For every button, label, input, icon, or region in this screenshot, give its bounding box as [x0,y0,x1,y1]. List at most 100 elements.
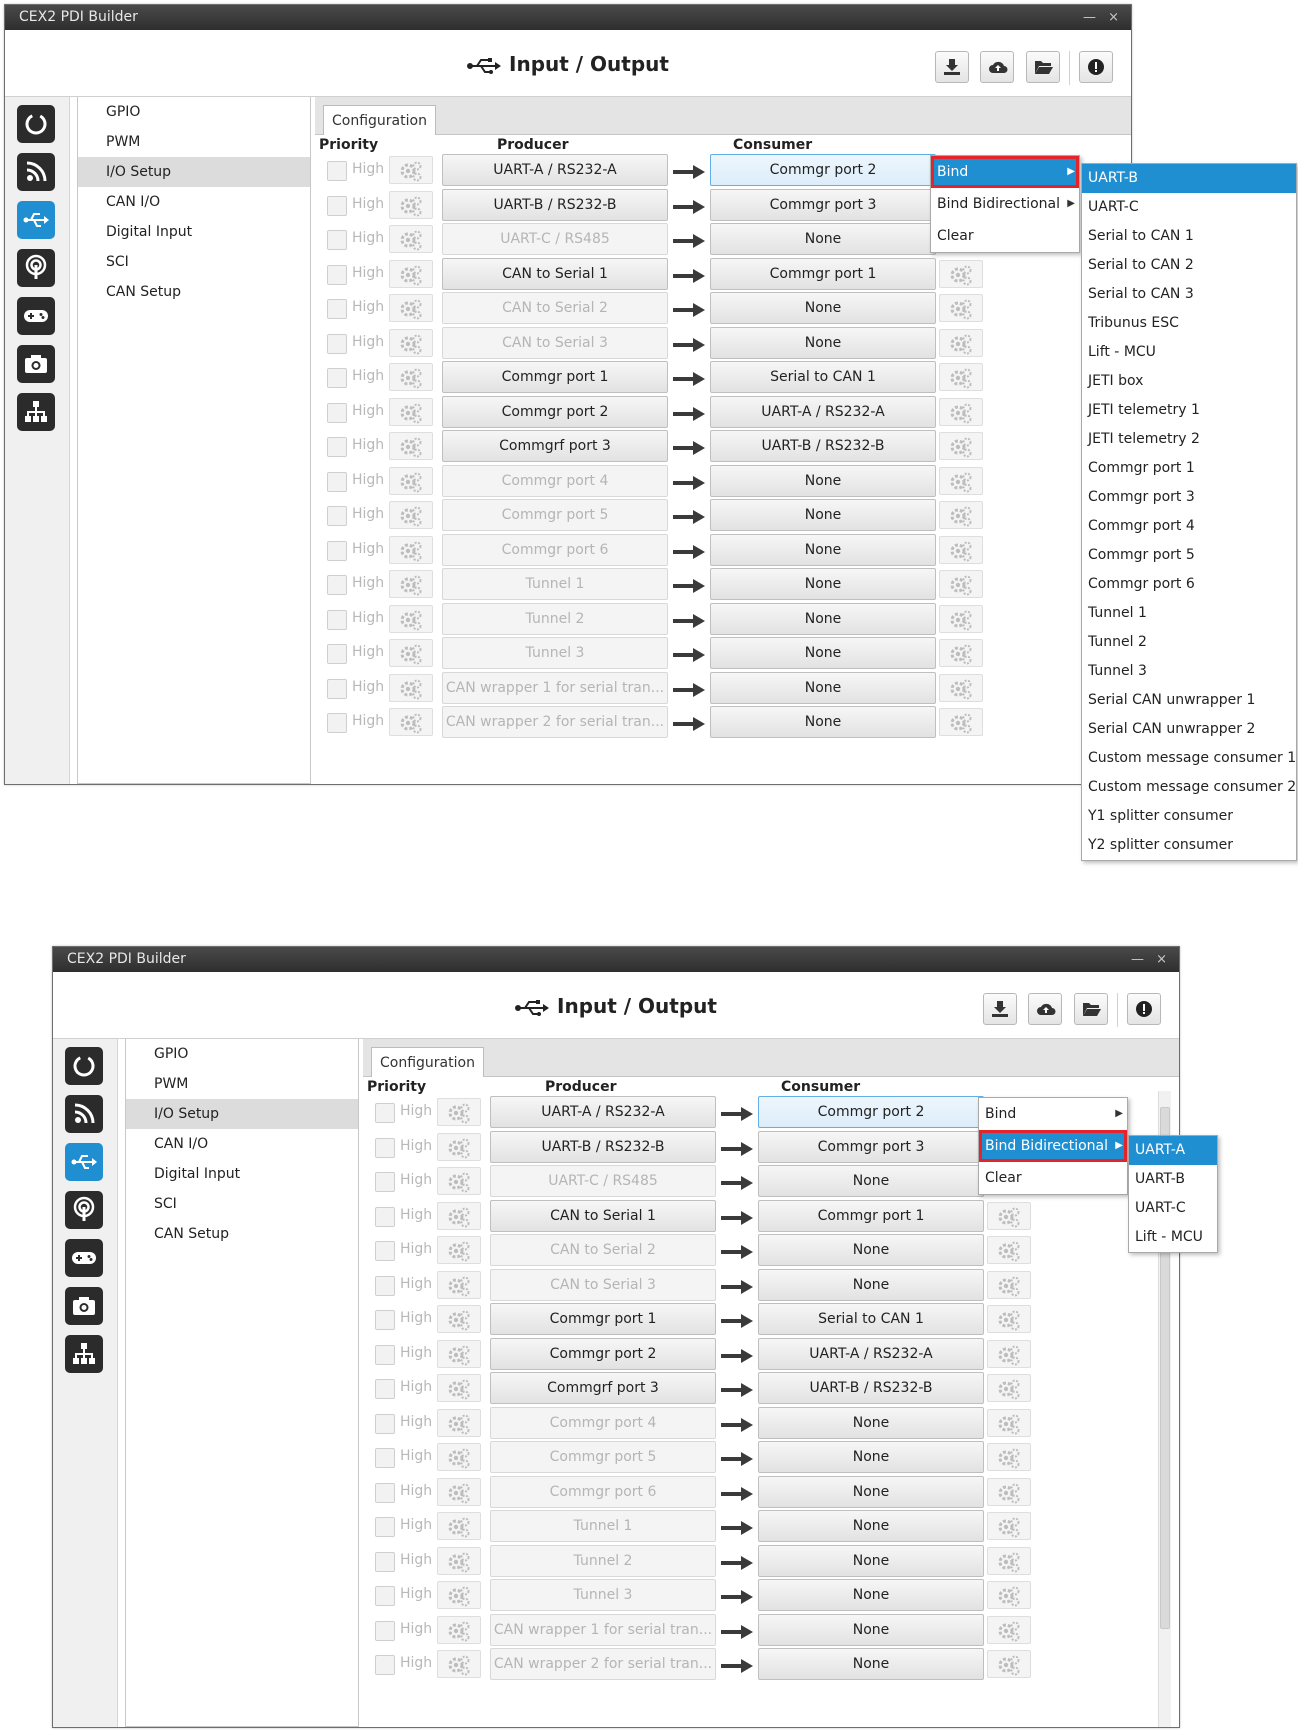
priority-checkbox[interactable] [375,1551,395,1572]
producer-slot[interactable]: Commgr port 1 [490,1303,716,1335]
submenu-item[interactable]: Lift - MCU [1129,1223,1217,1252]
priority-checkbox[interactable] [375,1482,395,1503]
priority-checkbox[interactable] [375,1620,395,1641]
submenu-item[interactable]: Tunnel 1 [1082,599,1296,628]
producer-slot[interactable]: Commgr port 4 [442,464,668,497]
producer-settings-button[interactable] [437,1167,481,1195]
producer-slot[interactable]: CAN wrapper 2 for serial tran... [490,1648,716,1680]
submenu-item[interactable]: Tunnel 3 [1082,657,1296,686]
priority-checkbox[interactable] [327,471,347,492]
producer-slot[interactable]: Commgrf port 3 [490,1372,716,1404]
consumer-slot[interactable]: UART-A / RS232-A [710,395,936,428]
consumer-slot[interactable]: None [710,499,936,531]
producer-slot[interactable]: Commgr port 2 [490,1337,716,1370]
submenu-item[interactable]: UART-B [1082,164,1296,193]
sidebar-camera-button[interactable] [17,345,55,383]
nav-item-sci[interactable]: SCI [78,247,310,277]
consumer-slot[interactable]: UART-B / RS232-B [758,1372,984,1404]
producer-slot[interactable]: UART-B / RS232-B [442,188,668,221]
producer-slot[interactable]: UART-B / RS232-B [490,1130,716,1163]
producer-slot[interactable]: Commgr port 4 [490,1406,716,1439]
producer-slot[interactable]: Commgr port 6 [442,533,668,566]
submenu-item[interactable]: JETI box [1082,367,1296,396]
sidebar-antenna-button[interactable] [65,1191,103,1229]
menu-item-bind-bidirectional[interactable]: Bind Bidirectional ▶ [931,188,1079,220]
submenu-item[interactable]: Lift - MCU [1082,338,1296,367]
submenu-item[interactable]: Serial to CAN 1 [1082,222,1296,251]
consumer-slot[interactable]: UART-A / RS232-A [758,1337,984,1370]
nav-item-digital-input[interactable]: Digital Input [78,217,310,247]
priority-checkbox[interactable] [375,1103,395,1123]
consumer-slot[interactable]: None [758,1544,984,1577]
producer-settings-button[interactable] [437,1615,481,1644]
consumer-slot[interactable]: None [758,1234,984,1266]
producer-slot[interactable]: Commgr port 1 [442,361,668,393]
consumer-slot[interactable]: None [710,326,936,359]
priority-checkbox[interactable] [375,1275,395,1296]
producer-slot[interactable]: Commgr port 6 [490,1475,716,1508]
consumer-slot[interactable]: None [710,223,936,255]
nav-item-sci[interactable]: SCI [126,1189,358,1219]
priority-checkbox[interactable] [375,1241,395,1261]
download-button[interactable] [983,993,1017,1025]
consumer-slot[interactable]: None [710,464,936,497]
priority-checkbox[interactable] [327,609,347,630]
consumer-slot[interactable]: None [758,1613,984,1646]
consumer-slot[interactable]: None [710,292,936,324]
producer-settings-button[interactable] [437,1305,481,1333]
consumer-slot[interactable]: None [758,1579,984,1611]
submenu-item[interactable]: Serial to CAN 2 [1082,251,1296,280]
consumer-settings-button[interactable] [939,432,983,460]
submenu-item[interactable]: Y1 splitter consumer [1082,802,1296,831]
nav-item-gpio[interactable]: GPIO [78,97,310,127]
priority-checkbox[interactable] [327,678,347,699]
sidebar-feed-button[interactable] [65,1095,103,1133]
producer-settings-button[interactable] [437,1408,481,1437]
producer-slot[interactable]: CAN to Serial 2 [442,292,668,324]
producer-slot[interactable]: UART-C / RS485 [442,223,668,255]
consumer-slot[interactable]: Commgr port 2 [758,1096,984,1128]
info-button[interactable] [1079,51,1113,83]
producer-settings-button[interactable] [389,708,433,736]
producer-slot[interactable]: CAN wrapper 1 for serial tran... [442,671,668,704]
menu-item-clear[interactable]: Clear [979,1162,1127,1194]
producer-slot[interactable]: Tunnel 1 [490,1510,716,1542]
consumer-slot[interactable]: Serial to CAN 1 [758,1303,984,1335]
sidebar-camera-button[interactable] [65,1287,103,1325]
menu-item-clear[interactable]: Clear [931,220,1079,252]
consumer-settings-button[interactable] [939,328,983,357]
consumer-slot[interactable]: None [758,1510,984,1542]
sidebar-feed-button[interactable] [17,153,55,191]
producer-slot[interactable]: Tunnel 3 [490,1579,716,1611]
consumer-settings-button[interactable] [939,673,983,702]
consumer-settings-button[interactable] [987,1650,1031,1678]
consumer-slot[interactable]: Commgr port 3 [710,188,936,221]
producer-slot[interactable]: CAN to Serial 1 [490,1199,716,1232]
consumer-settings-button[interactable] [939,535,983,564]
producer-slot[interactable]: Commgr port 5 [442,499,668,531]
producer-settings-button[interactable] [437,1477,481,1506]
producer-slot[interactable]: Commgr port 2 [442,395,668,428]
consumer-slot[interactable]: None [758,1441,984,1473]
title-bar[interactable]: CEX2 PDI Builder — × [5,5,1131,30]
consumer-settings-button[interactable] [987,1374,1031,1402]
nav-item-digital-input[interactable]: Digital Input [126,1159,358,1189]
submenu-item[interactable]: Serial CAN unwrapper 2 [1082,715,1296,744]
producer-settings-button[interactable] [437,1098,481,1126]
priority-checkbox[interactable] [375,1137,395,1158]
consumer-settings-button[interactable] [987,1512,1031,1540]
producer-settings-button[interactable] [437,1650,481,1678]
submenu-item[interactable]: UART-A [1129,1136,1217,1165]
sidebar-network-button[interactable] [17,393,55,431]
producer-settings-button[interactable] [389,259,433,288]
producer-settings-button[interactable] [437,1132,481,1161]
sidebar-gamepad-button[interactable] [65,1239,103,1277]
submenu-item[interactable]: JETI telemetry 1 [1082,396,1296,425]
producer-slot[interactable]: UART-A / RS232-A [490,1096,716,1128]
priority-checkbox[interactable] [375,1517,395,1537]
consumer-slot[interactable]: None [758,1648,984,1680]
priority-checkbox[interactable] [327,195,347,216]
submenu-item[interactable]: Tribunus ESC [1082,309,1296,338]
producer-settings-button[interactable] [389,604,433,633]
consumer-slot[interactable]: None [710,568,936,600]
